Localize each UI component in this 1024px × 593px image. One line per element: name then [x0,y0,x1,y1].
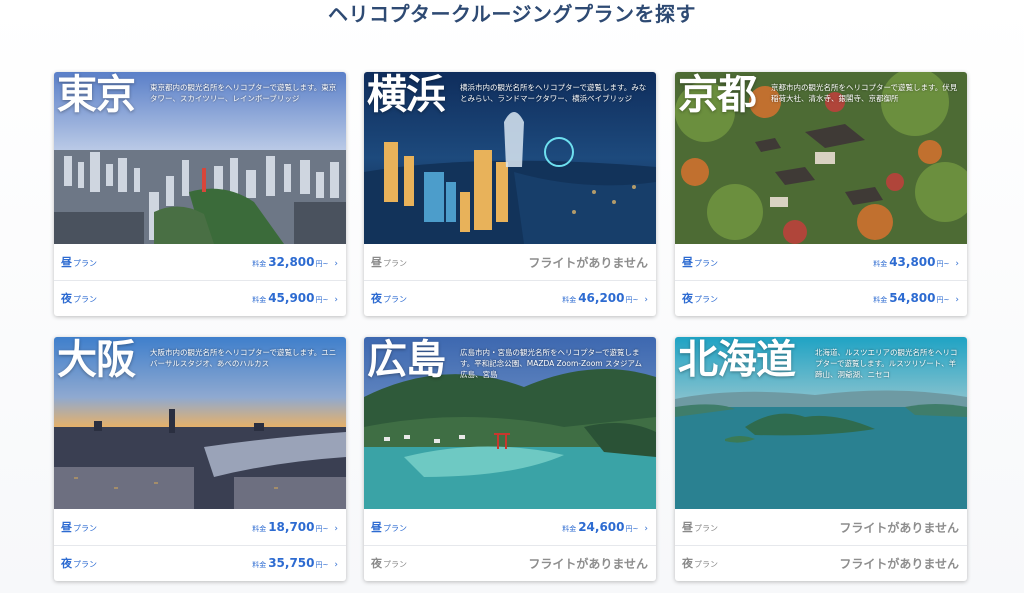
city-name: 広島 [367,337,446,383]
osaka-photo: 大阪 大阪市内の観光名所をヘリコプターで遊覧します。ユニバーサルスタジオ、あべの… [54,337,346,509]
tokyo-photo: 東京 東京都内の観光名所をヘリコプターで遊覧します。東京タワー、スカイツリー、レ… [54,72,346,244]
chevron-right-icon: › [644,295,648,305]
city-name: 東京 [57,72,136,118]
city-name: 横浜 [367,72,446,118]
plan-price: 料金 24,600 円~ › [562,520,648,534]
plan-label: 夜プラン [371,292,407,305]
plan-label: 夜プラン [371,557,407,570]
plan-label: 昼プラン [371,521,407,534]
page-title: ヘリコプタークルージングプランを探す [328,2,696,26]
plan-price: 料金 35,750 円~ › [252,556,338,570]
night-plan-link[interactable]: 夜プラン フライトがありません [364,545,656,581]
day-plan-link[interactable]: 昼プラン フライトがありません [675,509,967,546]
chevron-right-icon: › [644,524,648,534]
no-flight-text: フライトがありません [528,556,648,571]
night-plan-link[interactable]: 夜プラン フライトがありません [675,545,967,581]
city-name: 北海道 [678,337,796,383]
plan-price: 料金 45,900 円~ › [252,291,338,305]
plan-label: 昼プラン [371,256,407,269]
plan-label: 昼プラン [61,521,97,534]
plan-card-kyoto: 京都 京都市内の観光名所をヘリコプターで遊覧します。伏見稲荷大社、清水寺、銀閣寺… [675,72,967,316]
day-plan-link[interactable]: 昼プラン 料金 18,700 円~ › [54,509,346,546]
plan-price: 料金 46,200 円~ › [562,291,648,305]
no-flight-text: フライトがありません [839,556,959,571]
chevron-right-icon: › [334,295,338,305]
plan-price: 料金 18,700 円~ › [252,520,338,534]
plan-label: 夜プラン [61,557,97,570]
plan-card-hokkaido: 北海道 北海道、ルスツエリアの観光名所をヘリコプターで遊覧します。ルスツリゾート… [675,337,967,581]
city-description: 大阪市内の観光名所をヘリコプターで遊覧します。ユニバーサルスタジオ、あべのハルカ… [150,348,337,368]
chevron-right-icon: › [955,295,959,305]
plan-label: 夜プラン [682,557,718,570]
night-plan-link[interactable]: 夜プラン 料金 54,800 円~ › [675,280,967,316]
day-plan-link[interactable]: 昼プラン フライトがありません [364,244,656,281]
hokkaido-photo: 北海道 北海道、ルスツエリアの観光名所をヘリコプターで遊覧します。ルスツリゾート… [675,337,967,509]
plan-price: 料金 43,800 円~ › [873,255,959,269]
plan-card-hiroshima: 広島 広島市内・宮島の観光名所をヘリコプターで遊覧します。平和記念公園、MAZD… [364,337,656,581]
day-plan-link[interactable]: 昼プラン 料金 32,800 円~ › [54,244,346,281]
plan-card-osaka: 大阪 大阪市内の観光名所をヘリコプターで遊覧します。ユニバーサルスタジオ、あべの… [54,337,346,581]
hiroshima-photo: 広島 広島市内・宮島の観光名所をヘリコプターで遊覧します。平和記念公園、MAZD… [364,337,656,509]
yokohama-photo: 横浜 横浜市内の観光名所をヘリコプターで遊覧します。みなとみらい、ランドマークタ… [364,72,656,244]
day-plan-link[interactable]: 昼プラン 料金 24,600 円~ › [364,509,656,546]
plan-price: 料金 32,800 円~ › [252,255,338,269]
night-plan-link[interactable]: 夜プラン 料金 45,900 円~ › [54,280,346,316]
no-flight-text: フライトがありません [528,255,648,270]
plan-label: 昼プラン [61,256,97,269]
chevron-right-icon: › [334,560,338,570]
city-description: 東京都内の観光名所をヘリコプターで遊覧します。東京タワー、スカイツリー、レインボ… [150,83,337,103]
city-description: 北海道、ルスツエリアの観光名所をヘリコプターで遊覧します。ルスツリゾート、羊蹄山… [815,348,958,379]
city-description: 京都市内の観光名所をヘリコプターで遊覧します。伏見稲荷大社、清水寺、銀閣寺、京都… [771,83,958,103]
day-plan-link[interactable]: 昼プラン 料金 43,800 円~ › [675,244,967,281]
chevron-right-icon: › [334,524,338,534]
chevron-right-icon: › [334,259,338,269]
city-name: 大阪 [57,337,136,383]
plan-label: 昼プラン [682,256,718,269]
no-flight-text: フライトがありません [839,520,959,535]
chevron-right-icon: › [955,259,959,269]
plan-card-yokohama: 横浜 横浜市内の観光名所をヘリコプターで遊覧します。みなとみらい、ランドマークタ… [364,72,656,316]
plan-label: 夜プラン [61,292,97,305]
night-plan-link[interactable]: 夜プラン 料金 46,200 円~ › [364,280,656,316]
kyoto-photo: 京都 京都市内の観光名所をヘリコプターで遊覧します。伏見稲荷大社、清水寺、銀閣寺… [675,72,967,244]
plan-price: 料金 54,800 円~ › [873,291,959,305]
night-plan-link[interactable]: 夜プラン 料金 35,750 円~ › [54,545,346,581]
city-description: 広島市内・宮島の観光名所をヘリコプターで遊覧します。平和記念公園、MAZDA Z… [460,348,642,379]
city-name: 京都 [678,72,757,118]
plan-card-tokyo: 東京 東京都内の観光名所をヘリコプターで遊覧します。東京タワー、スカイツリー、レ… [54,72,346,316]
plan-label: 夜プラン [682,292,718,305]
city-description: 横浜市内の観光名所をヘリコプターで遊覧します。みなとみらい、ランドマークタワー、… [460,83,647,103]
plan-label: 昼プラン [682,521,718,534]
